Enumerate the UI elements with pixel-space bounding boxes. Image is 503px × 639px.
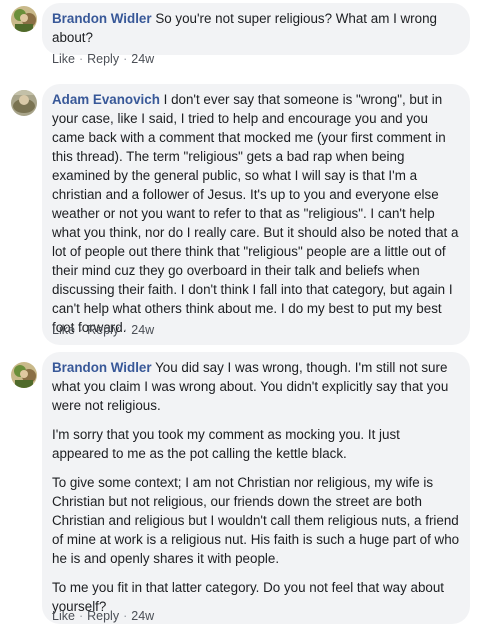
comment-bubble: Brandon Widler So you're not super relig… — [42, 3, 470, 55]
comment-bubble: Brandon Widler You did say I was wrong, … — [42, 352, 470, 624]
reply-link[interactable]: Reply — [87, 52, 119, 66]
reply-link[interactable]: Reply — [87, 609, 119, 623]
comment-actions: Like · Reply · 24w — [52, 52, 155, 66]
reply-link[interactable]: Reply — [87, 323, 119, 337]
comment-text: I'm sorry that you took my comment as mo… — [52, 427, 400, 461]
comment-bubble: Adam Evanovich I don't ever say that som… — [42, 84, 470, 345]
timestamp[interactable]: 24w — [131, 52, 154, 66]
comment-author[interactable]: Brandon Widler — [52, 360, 152, 375]
avatar[interactable] — [11, 90, 37, 116]
like-link[interactable]: Like — [52, 609, 75, 623]
avatar[interactable] — [11, 362, 37, 388]
comment-text: I don't ever say that someone is "wrong"… — [52, 92, 459, 335]
comment-actions: Like · Reply · 24w — [52, 323, 155, 337]
like-link[interactable]: Like — [52, 323, 75, 337]
avatar[interactable] — [11, 6, 37, 32]
timestamp[interactable]: 24w — [131, 609, 154, 623]
comment-text: To give some context; I am not Christian… — [52, 475, 460, 566]
like-link[interactable]: Like — [52, 52, 75, 66]
comment-author[interactable]: Brandon Widler — [52, 11, 152, 26]
comment-actions: Like · Reply · 24w — [52, 609, 155, 623]
comment-author[interactable]: Adam Evanovich — [52, 92, 160, 107]
timestamp[interactable]: 24w — [131, 323, 154, 337]
